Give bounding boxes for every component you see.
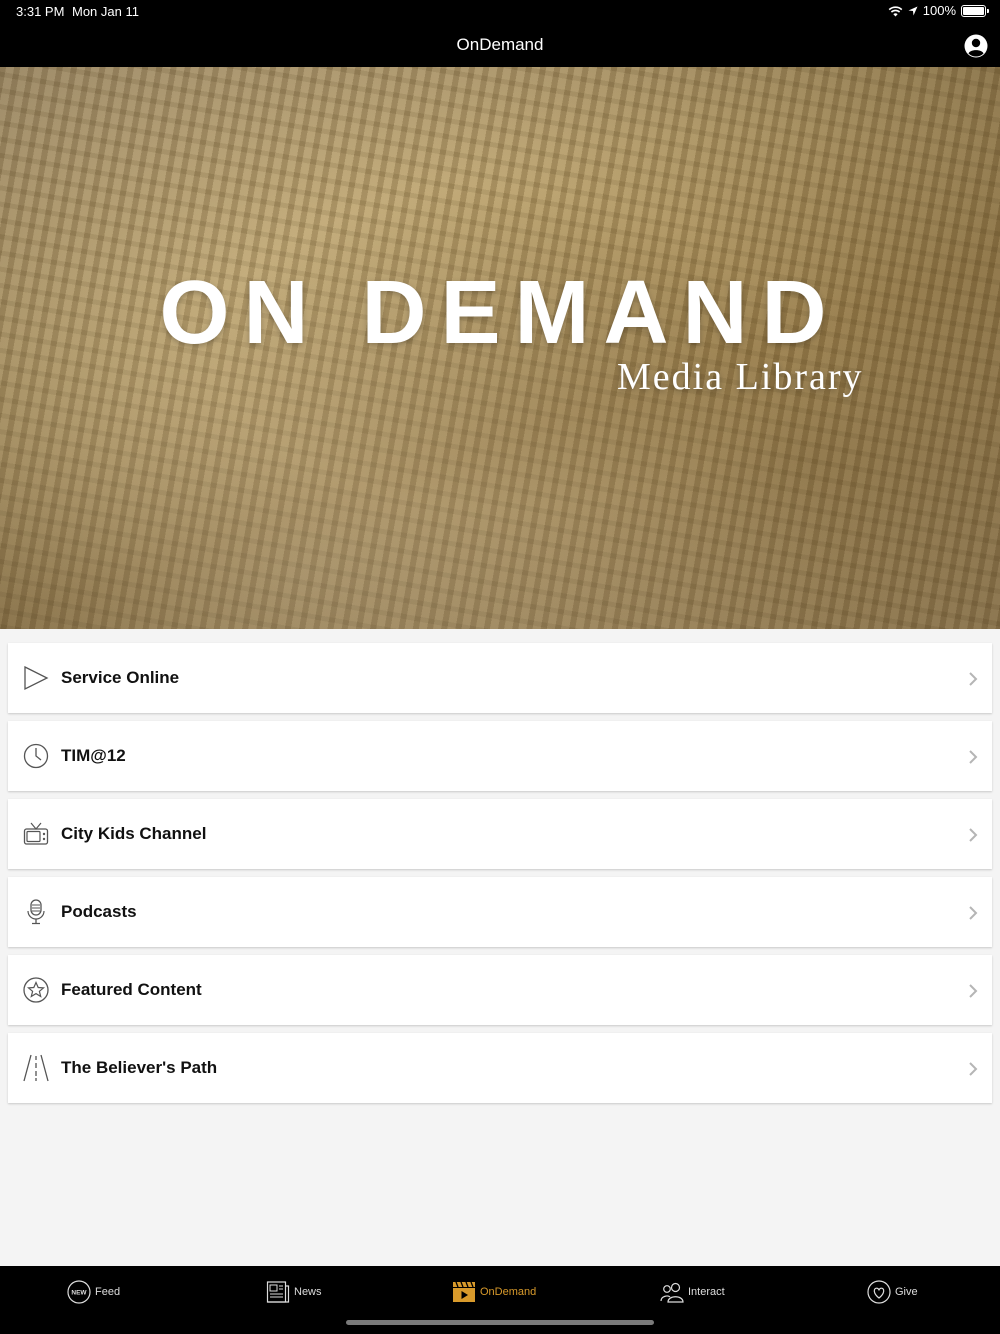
tab-interact[interactable]: Interact [660, 1278, 725, 1306]
menu-item-tim-at-12[interactable]: TIM@12 [8, 721, 992, 791]
tab-label: Feed [95, 1286, 121, 1298]
road-icon [23, 1054, 49, 1082]
home-indicator[interactable] [346, 1320, 654, 1325]
chevron-right-icon [969, 828, 978, 842]
heart-icon [867, 1280, 891, 1304]
menu-list: Service Online TIM@12 City Kids Channel [8, 643, 992, 1111]
microphone-icon [27, 899, 45, 925]
hero-banner: ON DEMAND Media Library [0, 67, 1000, 629]
menu-item-service-online[interactable]: Service Online [8, 643, 992, 713]
tab-give[interactable]: Give [867, 1278, 918, 1306]
profile-icon[interactable] [964, 34, 988, 58]
menu-item-featured-content[interactable]: Featured Content [8, 955, 992, 1025]
tab-label: Give [895, 1286, 918, 1298]
menu-item-label: Service Online [61, 668, 180, 687]
status-indicators: 100% [888, 3, 989, 18]
status-date: Mon Jan 11 [72, 4, 139, 19]
location-arrow-icon [908, 6, 918, 15]
menu-item-label: Podcasts [61, 902, 137, 921]
clock-icon [23, 743, 49, 769]
tab-label: News [294, 1286, 322, 1298]
menu-item-city-kids-channel[interactable]: City Kids Channel [8, 799, 992, 869]
chevron-right-icon [969, 906, 978, 920]
page-title: OnDemand [456, 35, 544, 54]
menu-item-podcasts[interactable]: Podcasts [8, 877, 992, 947]
tab-feed[interactable]: NEW Feed [67, 1278, 120, 1306]
people-icon [660, 1282, 684, 1303]
status-time: 3:31 PM [16, 4, 65, 19]
menu-item-label: Featured Content [61, 980, 202, 999]
menu-item-label: The Believer's Path [61, 1058, 218, 1077]
tab-label: Interact [688, 1286, 725, 1298]
menu-item-believers-path[interactable]: The Believer's Path [8, 1033, 992, 1103]
new-badge-icon: NEW [67, 1280, 91, 1304]
clapperboard-icon [453, 1281, 475, 1302]
battery-fill [963, 6, 984, 15]
chevron-right-icon [969, 750, 978, 764]
tv-icon [23, 822, 49, 845]
menu-item-label: City Kids Channel [61, 824, 207, 843]
newspaper-icon [266, 1281, 290, 1303]
svg-text:NEW: NEW [71, 1290, 87, 1297]
hero-subtitle: Media Library [617, 356, 864, 398]
wifi-icon [888, 5, 903, 16]
star-icon [23, 977, 49, 1003]
menu-item-label: TIM@12 [61, 746, 126, 765]
battery-icon [961, 4, 989, 17]
chevron-right-icon [969, 1062, 978, 1076]
play-icon [24, 665, 49, 691]
navigation-bar: OnDemand [0, 24, 1000, 67]
battery-percentage: 100% [922, 3, 956, 18]
tab-news[interactable]: News [266, 1278, 322, 1306]
chevron-right-icon [969, 672, 978, 686]
tab-ondemand[interactable]: OnDemand [452, 1278, 536, 1306]
tab-label: OnDemand [480, 1286, 537, 1298]
hero-title: ON DEMAND [159, 263, 841, 363]
status-bar: 3:31 PM Mon Jan 11 100% [0, 0, 1000, 24]
chevron-right-icon [969, 984, 978, 998]
